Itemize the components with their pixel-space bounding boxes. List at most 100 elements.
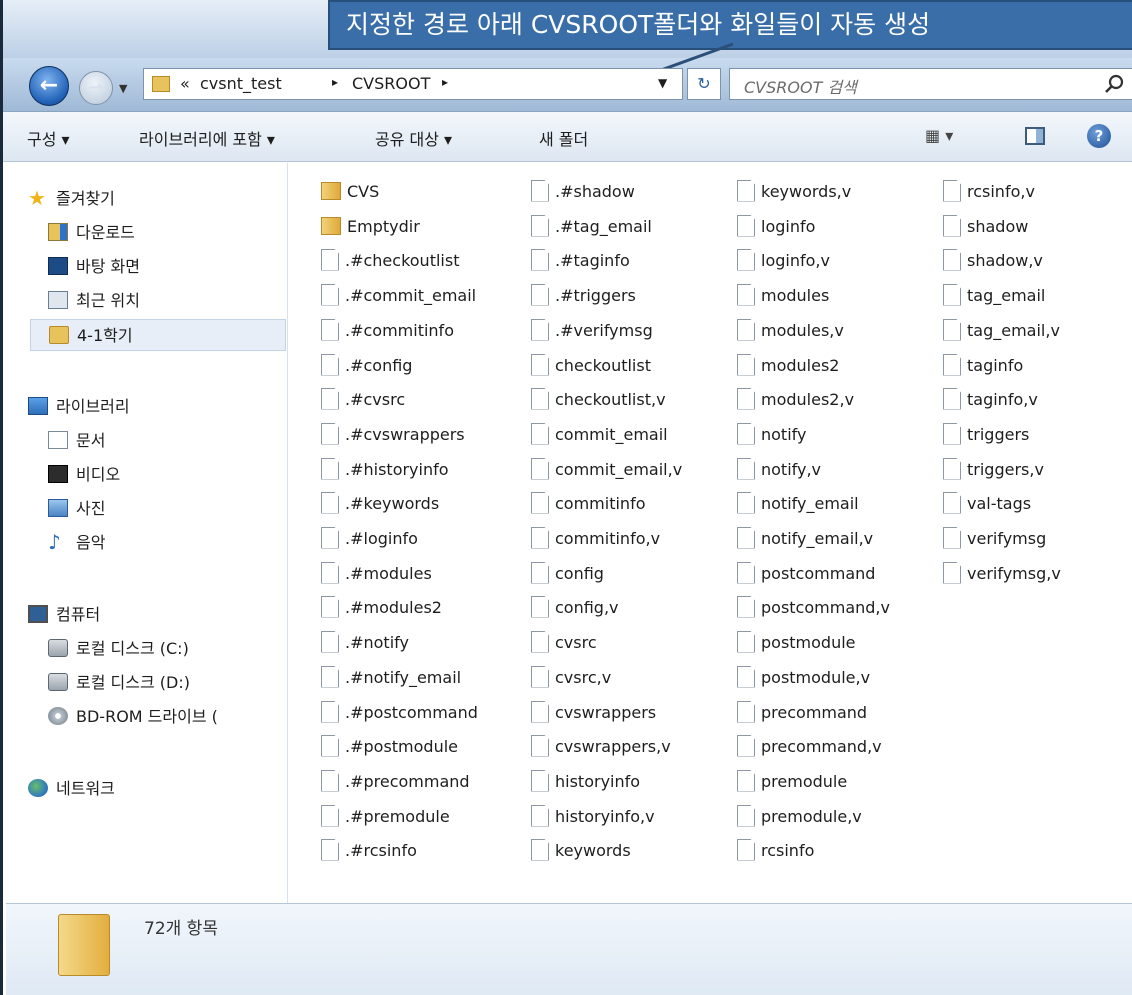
address-dropdown-icon[interactable]: ▼	[658, 76, 667, 90]
file-item[interactable]: verifymsg	[943, 522, 1046, 556]
help-icon[interactable]: ?	[1087, 124, 1111, 148]
address-bar[interactable]: « cvsnt_test ▸ CVSROOT ▸ ▼	[143, 68, 683, 100]
file-item[interactable]: notify_email	[737, 487, 859, 521]
file-item[interactable]: checkoutlist,v	[531, 383, 666, 417]
file-item[interactable]: .#taginfo	[531, 244, 630, 278]
file-item[interactable]: commit_email	[531, 418, 668, 452]
nav-term-folder[interactable]: 4-1학기	[30, 319, 286, 351]
file-item[interactable]: taginfo	[943, 349, 1023, 383]
nav-disk-d[interactable]: 로컬 디스크 (D:)	[48, 667, 190, 699]
file-item[interactable]: loginfo,v	[737, 244, 830, 278]
nav-recent-places[interactable]: 최근 위치	[48, 285, 140, 317]
file-item[interactable]: .#modules	[321, 557, 432, 591]
file-item[interactable]: .#checkoutlist	[321, 244, 459, 278]
nav-network[interactable]: 네트워크	[28, 773, 115, 805]
include-in-library-button[interactable]: 라이브러리에 포함 ▾	[139, 126, 275, 150]
file-item[interactable]: .#triggers	[531, 279, 636, 313]
nav-bd-rom[interactable]: BD-ROM 드라이브 (	[48, 701, 218, 733]
file-item[interactable]: notify_email,v	[737, 522, 873, 556]
file-item[interactable]: notify,v	[737, 453, 821, 487]
file-item[interactable]: tag_email	[943, 279, 1045, 313]
nav-documents[interactable]: 문서	[48, 425, 105, 457]
file-item[interactable]: cvswrappers	[531, 696, 656, 730]
file-item[interactable]: commitinfo,v	[531, 522, 660, 556]
file-item[interactable]: .#verifymsg	[531, 314, 653, 348]
file-item[interactable]: cvsrc,v	[531, 661, 611, 695]
file-item[interactable]: triggers	[943, 418, 1029, 452]
file-item[interactable]: .#postcommand	[321, 696, 478, 730]
file-item[interactable]: verifymsg,v	[943, 557, 1061, 591]
file-item[interactable]: historyinfo,v	[531, 800, 655, 834]
nav-libraries[interactable]: 라이브러리	[28, 391, 130, 423]
folder-item[interactable]: CVS	[321, 175, 379, 209]
file-item[interactable]: loginfo	[737, 210, 815, 244]
file-item[interactable]: modules2,v	[737, 383, 854, 417]
file-item[interactable]: premodule	[737, 765, 847, 799]
file-item[interactable]: rcsinfo	[737, 834, 814, 868]
file-item[interactable]: .#commit_email	[321, 279, 476, 313]
file-item[interactable]: config,v	[531, 591, 619, 625]
file-item[interactable]: .#config	[321, 349, 412, 383]
file-item[interactable]: cvswrappers,v	[531, 730, 671, 764]
back-button[interactable]: ←	[29, 66, 69, 106]
file-item[interactable]: tag_email,v	[943, 314, 1060, 348]
file-item[interactable]: .#shadow	[531, 175, 635, 209]
breadcrumb-cvsroot[interactable]: CVSROOT	[352, 74, 430, 93]
file-item[interactable]: modules	[737, 279, 829, 313]
file-item[interactable]: keywords,v	[737, 175, 851, 209]
search-input[interactable]: CVSROOT 검색	[729, 68, 1132, 100]
breadcrumb-overflow[interactable]: «	[180, 74, 190, 93]
file-item[interactable]: .#modules2	[321, 591, 442, 625]
nav-favorites[interactable]: ★ 즐겨찾기	[28, 183, 115, 215]
refresh-button[interactable]: ↻	[687, 68, 721, 100]
file-item[interactable]: postcommand,v	[737, 591, 890, 625]
share-with-button[interactable]: 공유 대상 ▾	[375, 126, 452, 150]
breadcrumb-separator-icon[interactable]: ▸	[332, 75, 338, 89]
recent-pages-dropdown-icon[interactable]: ▼	[119, 82, 127, 95]
breadcrumb-cvsnt-test[interactable]: cvsnt_test	[200, 74, 282, 93]
file-item[interactable]: config	[531, 557, 604, 591]
nav-disk-c[interactable]: 로컬 디스크 (C:)	[48, 633, 189, 665]
folder-item[interactable]: Emptydir	[321, 210, 420, 244]
forward-button[interactable]: →	[79, 71, 113, 105]
organize-button[interactable]: 구성 ▾	[27, 126, 70, 150]
file-item[interactable]: .#cvswrappers	[321, 418, 465, 452]
file-item[interactable]: postmodule,v	[737, 661, 870, 695]
file-item[interactable]: shadow	[943, 210, 1028, 244]
file-item[interactable]: notify	[737, 418, 806, 452]
file-item[interactable]: val-tags	[943, 487, 1031, 521]
nav-downloads[interactable]: 다운로드	[48, 217, 135, 249]
file-item[interactable]: .#notify_email	[321, 661, 461, 695]
file-item[interactable]: commitinfo	[531, 487, 645, 521]
file-item[interactable]: historyinfo	[531, 765, 640, 799]
file-item[interactable]: premodule,v	[737, 800, 862, 834]
file-item[interactable]: rcsinfo,v	[943, 175, 1035, 209]
file-item[interactable]: commit_email,v	[531, 453, 682, 487]
breadcrumb-separator-icon[interactable]: ▸	[442, 75, 448, 89]
file-item[interactable]: .#notify	[321, 626, 409, 660]
file-item[interactable]: .#premodule	[321, 800, 450, 834]
file-item[interactable]: .#commitinfo	[321, 314, 454, 348]
file-item[interactable]: precommand,v	[737, 730, 882, 764]
new-folder-button[interactable]: 새 폴더	[539, 126, 588, 150]
file-item[interactable]: precommand	[737, 696, 867, 730]
nav-videos[interactable]: 비디오	[48, 459, 120, 491]
file-item[interactable]: cvsrc	[531, 626, 597, 660]
file-item[interactable]: keywords	[531, 834, 631, 868]
change-view-icon[interactable]: ▦ ▾	[925, 126, 953, 145]
nav-pictures[interactable]: 사진	[48, 493, 105, 525]
nav-desktop[interactable]: 바탕 화면	[48, 251, 140, 283]
file-item[interactable]: postmodule	[737, 626, 856, 660]
file-item[interactable]: .#keywords	[321, 487, 439, 521]
nav-computer[interactable]: 컴퓨터	[28, 599, 100, 631]
file-item[interactable]: .#loginfo	[321, 522, 418, 556]
preview-pane-icon[interactable]	[1025, 127, 1045, 145]
file-item[interactable]: checkoutlist	[531, 349, 651, 383]
file-item[interactable]: .#tag_email	[531, 210, 652, 244]
nav-music[interactable]: ♪ 음악	[48, 527, 105, 559]
file-item[interactable]: modules,v	[737, 314, 844, 348]
file-item[interactable]: .#rcsinfo	[321, 834, 417, 868]
file-item[interactable]: .#cvsrc	[321, 383, 405, 417]
file-item[interactable]: taginfo,v	[943, 383, 1038, 417]
file-item[interactable]: .#historyinfo	[321, 453, 449, 487]
